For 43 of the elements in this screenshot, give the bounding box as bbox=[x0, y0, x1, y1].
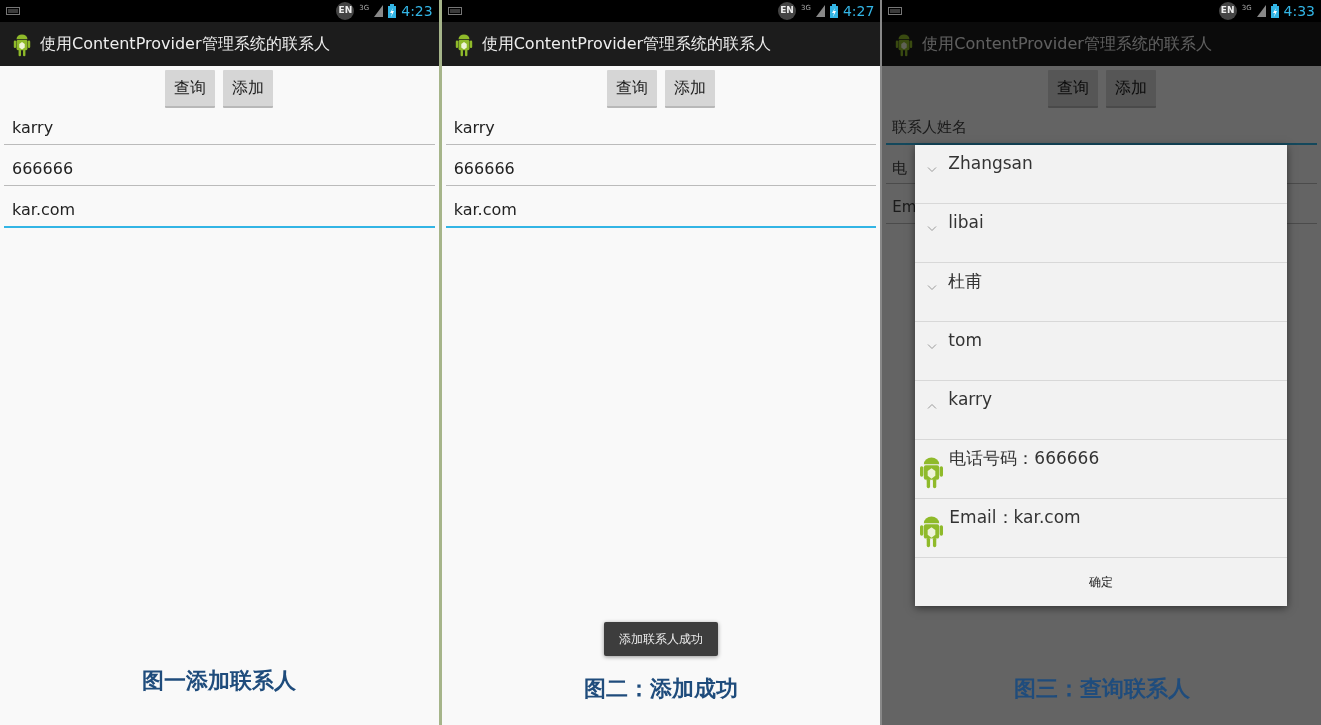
language-indicator: EN bbox=[778, 2, 796, 20]
android-robot-icon bbox=[453, 31, 474, 57]
figure-caption: 图三：查询联系人 bbox=[1013, 675, 1190, 703]
clock: 4:23 bbox=[401, 1, 433, 21]
ok-button[interactable]: 确定 bbox=[915, 558, 1288, 606]
app-title: 使用ContentProvider管理系统的联系人 bbox=[922, 33, 1212, 55]
language-indicator: EN bbox=[1218, 2, 1237, 20]
contact-name[interactable]: libai bbox=[948, 210, 984, 236]
android-robot-icon bbox=[894, 31, 915, 57]
text-field[interactable]: kar.com bbox=[4, 194, 435, 228]
keyboard-icon bbox=[888, 7, 903, 15]
language-indicator: EN bbox=[336, 2, 355, 20]
text-field[interactable]: karry bbox=[445, 112, 877, 145]
contact-detail: Email：kar.com bbox=[949, 506, 1081, 529]
contact-detail: 电话号码：666666 bbox=[949, 447, 1100, 470]
signal-icon bbox=[374, 5, 384, 17]
contact-name[interactable]: Zhangsan bbox=[948, 151, 1033, 177]
contact-name[interactable]: 杜甫 bbox=[948, 269, 983, 295]
android-robot-icon bbox=[12, 31, 32, 57]
text-field[interactable]: 666666 bbox=[4, 153, 435, 186]
text-field[interactable]: kar.com bbox=[445, 194, 877, 228]
clock: 4:27 bbox=[842, 1, 875, 21]
app-title: 使用ContentProvider管理系统的联系人 bbox=[40, 33, 330, 55]
figure-caption: 图二：添加成功 bbox=[584, 675, 738, 703]
signal-icon bbox=[815, 5, 825, 17]
battery-icon bbox=[829, 4, 838, 18]
text-field[interactable]: karry bbox=[4, 112, 435, 145]
app-title: 使用ContentProvider管理系统的联系人 bbox=[481, 33, 772, 55]
query-button[interactable]: 查询 bbox=[607, 70, 657, 108]
keyboard-icon bbox=[447, 7, 462, 15]
battery-icon bbox=[388, 4, 397, 18]
battery-icon bbox=[1270, 4, 1279, 18]
add-button[interactable]: 添加 bbox=[665, 70, 715, 108]
clock: 4:33 bbox=[1283, 1, 1315, 21]
keyboard-icon bbox=[6, 7, 20, 15]
text-field[interactable]: 666666 bbox=[445, 153, 877, 186]
toast-message: 添加联系人成功 bbox=[604, 622, 718, 656]
signal-icon bbox=[1256, 5, 1266, 17]
figure-caption: 图一添加联系人 bbox=[142, 667, 297, 695]
add-button[interactable]: 添加 bbox=[223, 70, 274, 108]
contact-name[interactable]: tom bbox=[948, 328, 982, 354]
query-button[interactable]: 查询 bbox=[165, 70, 216, 108]
contact-name[interactable]: karry bbox=[948, 387, 993, 413]
